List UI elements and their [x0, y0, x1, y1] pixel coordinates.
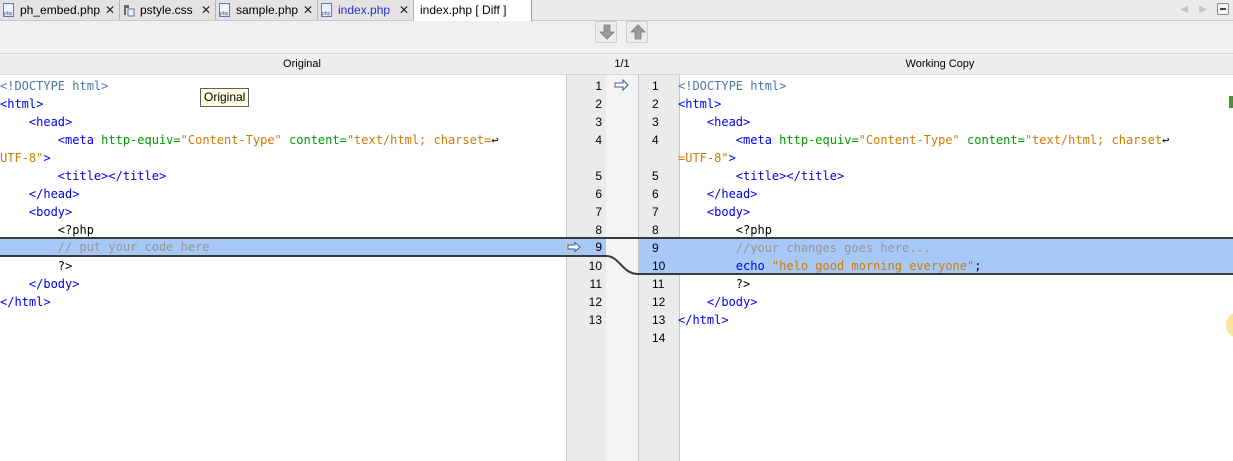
code-line-meta: <meta http-equiv="Content-Type" content=… — [678, 133, 1170, 147]
code-line: </head> — [678, 187, 758, 201]
code-line: //your changes goes here... — [678, 241, 931, 255]
code-line: <title></title> — [678, 169, 845, 183]
wrap-icon: ↩ — [1162, 133, 1170, 147]
code-line: </html> — [678, 313, 729, 327]
code-line: </head> — [0, 187, 80, 201]
code-line: <body> — [678, 205, 751, 219]
code-line: <?php — [0, 223, 94, 237]
code-line: ?> — [678, 277, 751, 291]
code-line: <body> — [0, 205, 73, 219]
code-line: <head> — [0, 115, 73, 129]
wrap-icon: ↩ — [491, 133, 499, 147]
code-line: =UTF-8"> — [678, 151, 736, 165]
code-line: <!DOCTYPE html> — [0, 79, 109, 93]
annotation-marker[interactable] — [1229, 96, 1233, 108]
code-line: UTF-8"> — [0, 151, 51, 165]
original-editor[interactable]: <!DOCTYPE html> <html> <head> <meta http… — [0, 75, 566, 461]
code-line: </body> — [678, 295, 758, 309]
code-line: </body> — [0, 277, 80, 291]
code-line: <html> — [678, 97, 722, 111]
code-line: <title></title> — [0, 169, 167, 183]
tooltip: Original — [200, 88, 250, 107]
code-line: // put your code here — [0, 240, 210, 254]
code-line: <?php — [678, 223, 772, 237]
code-line: <head> — [678, 115, 751, 129]
code-line: </html> — [0, 295, 51, 309]
replace-arrow-icon[interactable] — [567, 242, 581, 252]
code-line-echo: echo "helo good morning everyone"; — [678, 259, 982, 273]
code-line: <html> — [0, 97, 44, 111]
code-line-meta: <meta http-equiv="Content-Type" content=… — [28, 133, 499, 147]
working-copy-editor[interactable]: <!DOCTYPE html> <html> <head> <meta http… — [678, 75, 1226, 461]
code-line: ?> — [0, 259, 73, 273]
code-line: <!DOCTYPE html> — [678, 79, 787, 93]
